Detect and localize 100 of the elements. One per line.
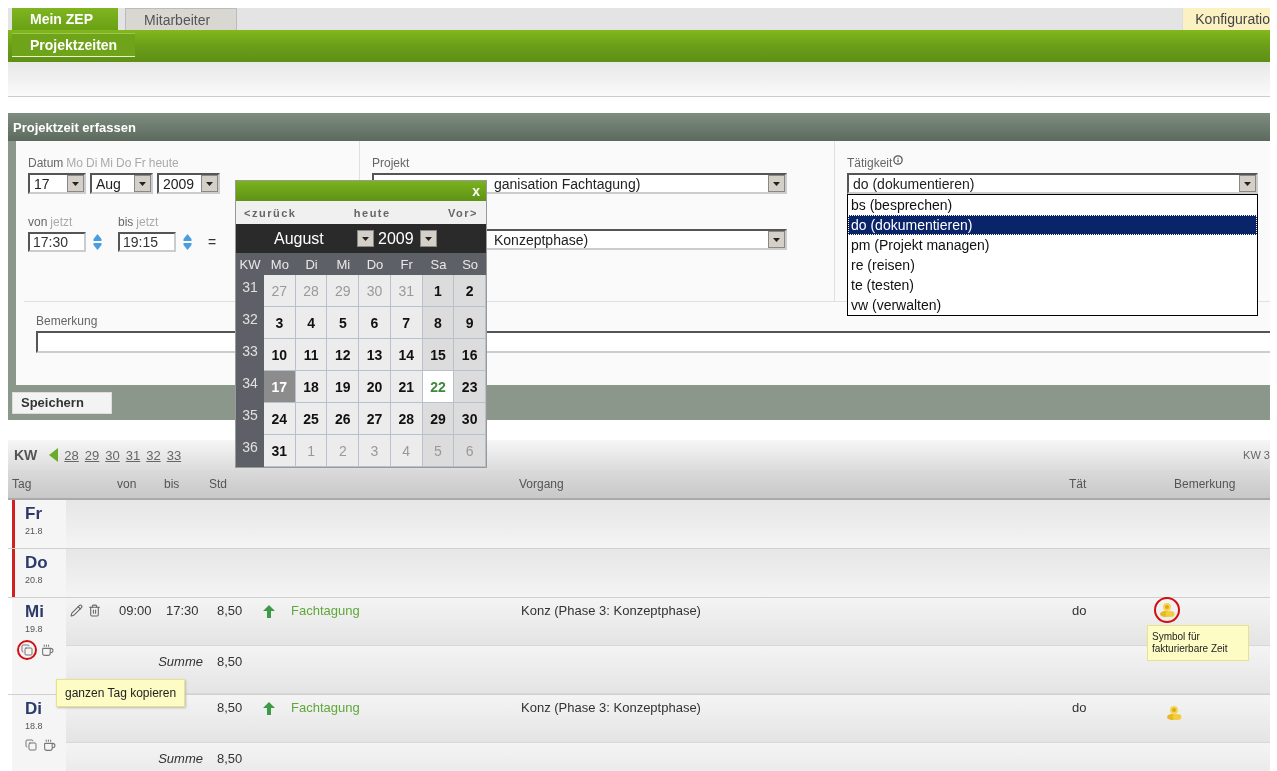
- calendar-day[interactable]: 29: [422, 403, 455, 435]
- column-header: bis: [163, 477, 180, 491]
- calendar-day[interactable]: 16: [454, 339, 486, 371]
- table-cell-text: Konz (Phase 3: Konzeptphase): [520, 603, 702, 618]
- nav-tab[interactable]: Mitarbeiter: [125, 8, 237, 30]
- calendar-day[interactable]: 5: [327, 307, 360, 339]
- calendar-day[interactable]: 12: [327, 339, 360, 371]
- table-cell-text: do: [1071, 700, 1088, 715]
- calendar-day[interactable]: 26: [327, 403, 360, 435]
- calendar-day[interactable]: 27: [359, 403, 391, 435]
- table-cell-text: 09:00: [118, 603, 153, 618]
- calendar-day[interactable]: 25: [295, 403, 328, 435]
- week-number: 36: [241, 438, 259, 457]
- time-input[interactable]: 17:30: [28, 232, 86, 252]
- calendar-nav-link[interactable]: heute: [353, 206, 391, 219]
- week-link[interactable]: 28: [64, 447, 79, 463]
- arrow-up-icon[interactable]: [263, 702, 275, 715]
- calendar-day[interactable]: 6: [359, 307, 391, 339]
- month-select[interactable]: Aug: [90, 173, 153, 194]
- cup-icon[interactable]: [43, 738, 56, 752]
- weekday-header: Sa: [429, 255, 448, 274]
- column-header: Vorgang: [518, 477, 564, 491]
- week-column-header: KW: [238, 255, 262, 274]
- weekday-header: Do: [365, 255, 385, 274]
- month-select[interactable]: August: [274, 229, 374, 248]
- calendar-day[interactable]: 22: [422, 371, 455, 403]
- week-link[interactable]: 30: [105, 447, 120, 463]
- calendar-day[interactable]: 13: [359, 339, 391, 371]
- calendar-day[interactable]: 30: [454, 403, 486, 435]
- calendar-nav-link[interactable]: Vor>: [448, 206, 478, 219]
- column-header: Bemerkung: [1173, 477, 1236, 491]
- week-number: 34: [241, 374, 259, 393]
- week-link[interactable]: 31: [125, 447, 141, 463]
- week-link[interactable]: 29: [84, 447, 100, 463]
- year-select[interactable]: 2009: [378, 229, 437, 248]
- dropdown-option[interactable]: pm (Projekt managen): [848, 235, 1257, 255]
- dropdown-option[interactable]: re (reisen): [848, 255, 1257, 275]
- calendar-day[interactable]: 14: [390, 339, 423, 371]
- day-date: 19.8: [25, 624, 43, 634]
- year-select[interactable]: 2009: [157, 173, 220, 194]
- calendar-day[interactable]: 28: [390, 403, 423, 435]
- calendar-day[interactable]: 8: [422, 307, 455, 339]
- remark-label: Bemerkung: [36, 314, 98, 328]
- time-input[interactable]: 19:15: [118, 232, 176, 252]
- tooltip: Symbol für fakturierbare Zeit: [1147, 625, 1249, 661]
- calendar-day[interactable]: 7: [390, 307, 423, 339]
- week-number: 33: [241, 342, 259, 361]
- column-header: von: [116, 477, 137, 491]
- calendar-day[interactable]: 9: [454, 307, 486, 339]
- day-select[interactable]: 17: [28, 173, 86, 194]
- week-number: 31: [241, 278, 259, 297]
- table-cell-text: 8,50: [216, 700, 244, 715]
- dropdown-option[interactable]: te (testen): [848, 275, 1257, 295]
- calendar-day[interactable]: 1: [422, 275, 455, 307]
- calendar-day[interactable]: 4: [295, 307, 328, 339]
- calendar-day[interactable]: 2: [454, 275, 486, 307]
- calendar-day[interactable]: 31: [264, 435, 296, 467]
- calendar-day[interactable]: 15: [422, 339, 455, 371]
- time-label: von: [28, 215, 48, 229]
- activity-label: Tätigkeit: [847, 156, 893, 170]
- column-header: Tät: [1068, 477, 1087, 491]
- week-link[interactable]: 32: [146, 447, 161, 463]
- calendar-day[interactable]: 10: [264, 339, 296, 371]
- calendar-day[interactable]: 21: [390, 371, 423, 403]
- info-icon[interactable]: [893, 155, 904, 165]
- sum-label: Summe: [157, 751, 204, 766]
- weekday-header: Di: [304, 255, 319, 274]
- day-date: 21.8: [25, 526, 43, 536]
- edit-icon[interactable]: [70, 604, 83, 617]
- dropdown-option[interactable]: do (dokumentieren): [848, 215, 1257, 235]
- spinner-icon[interactable]: [183, 233, 192, 251]
- table-cell-text: 8,50: [216, 603, 244, 618]
- save-button[interactable]: Speichern: [12, 391, 112, 414]
- dropdown-option[interactable]: bs (besprechen): [848, 195, 1257, 215]
- config-tab[interactable]: Konfiguratio: [1182, 8, 1270, 30]
- delete-icon[interactable]: [88, 604, 101, 617]
- calendar-day[interactable]: 18: [295, 371, 328, 403]
- dropdown-option[interactable]: vw (verwalten): [848, 295, 1257, 315]
- calendar-nav-link[interactable]: <zurück: [244, 206, 297, 219]
- copy-icon[interactable]: [23, 737, 39, 753]
- weekday-header: Fr: [399, 255, 414, 274]
- arrow-up-icon[interactable]: [263, 605, 275, 618]
- weekday-name: Di: [25, 699, 42, 719]
- spinner-icon[interactable]: [93, 233, 102, 251]
- sum-label: Summe: [157, 654, 204, 669]
- calendar-day[interactable]: 19: [327, 371, 360, 403]
- calendar-day[interactable]: 3: [264, 307, 296, 339]
- calendar-day[interactable]: 11: [295, 339, 328, 371]
- current-week: KW 3: [1243, 449, 1270, 461]
- tooltip: ganzen Tag kopieren: [56, 679, 186, 707]
- calendar-day[interactable]: 20: [359, 371, 391, 403]
- calendar-day[interactable]: 23: [454, 371, 486, 403]
- sum-value: 8,50: [216, 751, 244, 766]
- section-header: Projektzeit erfassen: [8, 113, 1270, 141]
- calendar-day[interactable]: 24: [264, 403, 296, 435]
- week-link[interactable]: 33: [166, 447, 182, 463]
- activity-select[interactable]: do (dokumentieren): [847, 173, 1258, 194]
- column-header: Tag: [11, 477, 32, 491]
- cup-icon[interactable]: [41, 643, 54, 657]
- week-number: 32: [241, 310, 259, 329]
